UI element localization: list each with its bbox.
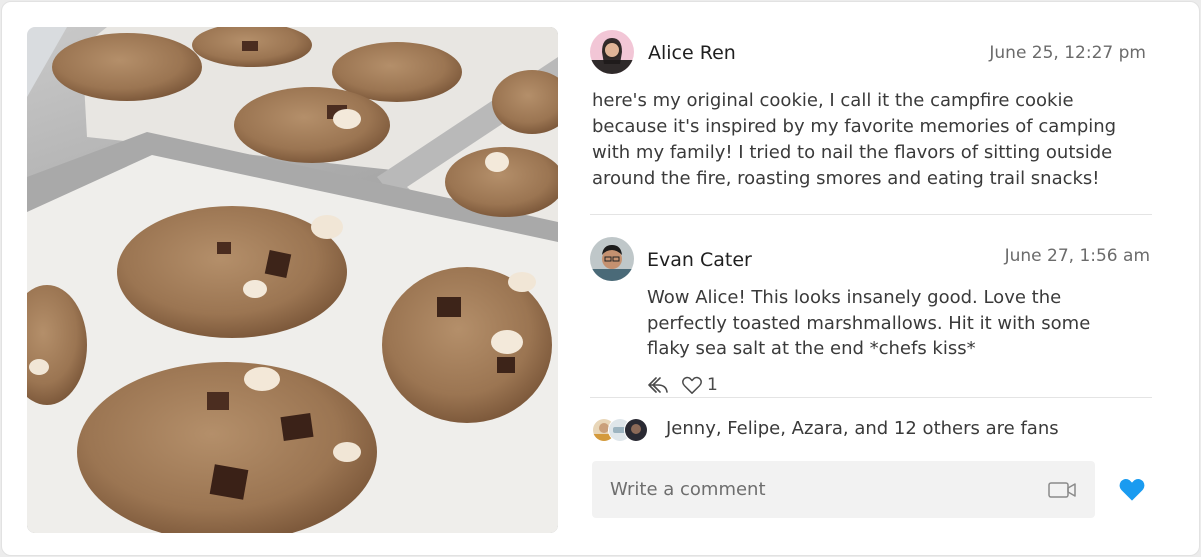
comment-timestamp: June 27, 1:56 am: [1004, 246, 1150, 266]
fans-avatars[interactable]: [592, 418, 652, 442]
post-photo[interactable]: [27, 27, 558, 533]
post-card: Alice Ren June 25, 12:27 pm here's my or…: [1, 1, 1200, 556]
post-text: here's my original cookie, I call it the…: [592, 90, 1117, 189]
author-name[interactable]: Alice Ren: [648, 42, 736, 64]
commenter-name[interactable]: Evan Cater: [647, 249, 752, 271]
reply-icon[interactable]: [647, 376, 669, 394]
fans-summary[interactable]: Jenny, Felipe, Azara, and 12 others are …: [666, 418, 1059, 439]
video-camera-icon[interactable]: [1048, 480, 1078, 500]
heart-filled-icon[interactable]: [1118, 476, 1146, 502]
commenter-avatar[interactable]: [590, 237, 634, 281]
comment-text: Wow Alice! This looks insanely good. Lov…: [647, 287, 1091, 359]
divider: [590, 397, 1152, 398]
author-avatar[interactable]: [590, 30, 634, 74]
comment-actions: 1: [647, 373, 718, 397]
heart-outline-icon[interactable]: [681, 375, 703, 395]
comment-input[interactable]: [592, 461, 1095, 518]
divider: [590, 214, 1152, 215]
like-count: 1: [707, 375, 718, 395]
post-timestamp: June 25, 12:27 pm: [989, 43, 1146, 63]
fan-avatar: [624, 418, 648, 442]
